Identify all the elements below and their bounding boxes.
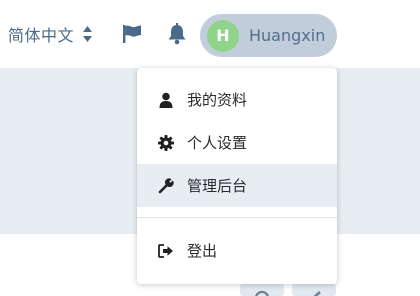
- menu-divider: [137, 217, 337, 218]
- menu-item-label: 我的资料: [187, 91, 248, 109]
- user-name: Huangxin: [249, 26, 326, 45]
- sign-out-icon: [157, 242, 175, 260]
- menu-item-label: 登出: [187, 242, 218, 260]
- avatar-initial: H: [216, 26, 230, 45]
- flag-button[interactable]: [119, 22, 145, 46]
- user-menu-toggle[interactable]: H Huangxin: [200, 14, 337, 57]
- edit-button[interactable]: [292, 284, 336, 296]
- menu-item-profile[interactable]: 我的资料: [137, 78, 337, 121]
- refresh-button[interactable]: [240, 284, 284, 296]
- avatar: H: [207, 19, 239, 52]
- sort-arrows-icon: [83, 26, 93, 42]
- menu-item-label: 个人设置: [187, 134, 248, 152]
- bell-icon: [168, 23, 186, 45]
- user-icon: [157, 91, 175, 109]
- user-dropdown-menu: 我的资料 个人设置 管理后台 登出: [137, 68, 337, 284]
- wrench-icon: [157, 177, 175, 195]
- language-label: 简体中文: [8, 26, 75, 45]
- menu-item-settings[interactable]: 个人设置: [137, 121, 337, 164]
- flag-icon: [123, 25, 141, 43]
- gear-icon: [157, 134, 175, 152]
- notification-button[interactable]: [164, 22, 190, 46]
- menu-item-admin[interactable]: 管理后台: [137, 164, 337, 207]
- language-selector[interactable]: 简体中文: [8, 22, 93, 46]
- menu-item-label: 管理后台: [187, 177, 248, 195]
- top-navbar: 简体中文 H Huangxin: [0, 0, 420, 68]
- menu-item-logout[interactable]: 登出: [137, 229, 337, 272]
